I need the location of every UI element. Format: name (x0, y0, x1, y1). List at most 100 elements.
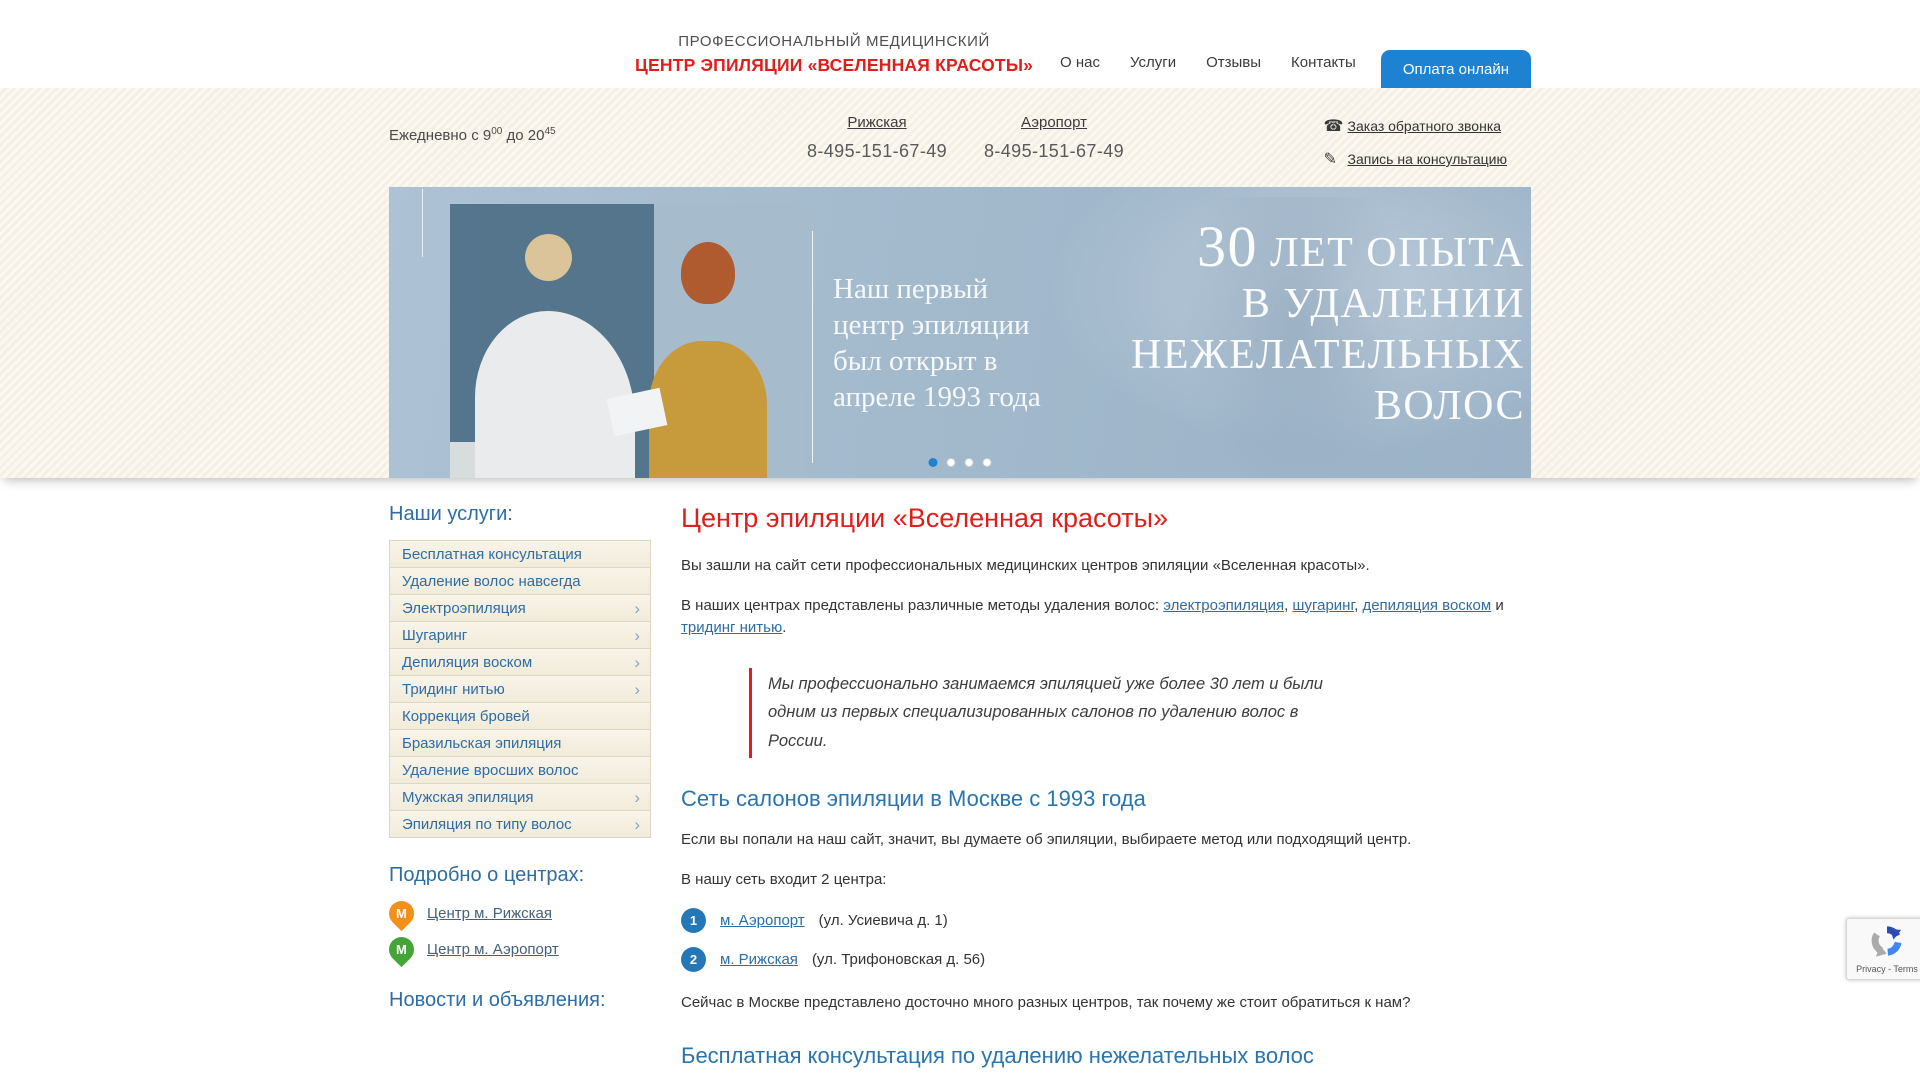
phone-aeroport: 8-495-151-67-49 (964, 141, 1144, 162)
sidebar-item-ingrown-hair[interactable]: Удаление вросших волос (390, 757, 650, 784)
why-us-paragraph: Сейчас в Москве представлено досточно мн… (681, 992, 1511, 1015)
hero-caption-line: Наш первый (833, 271, 1041, 307)
hero-headline: 30 ЛЕТ ОПЫТА В УДАЛЕНИИ НЕЖЕЛАТЕЛЬНЫХ ВО… (1131, 221, 1525, 432)
infobar: Ежедневно с 900 до 2045 Рижская 8-495-15… (389, 88, 1531, 187)
info-band: Ежедневно с 900 до 2045 Рижская 8-495-15… (0, 88, 1920, 478)
hero-decor-line-left (422, 189, 423, 257)
center-rizhskaya-link[interactable]: Центр м. Рижская (427, 905, 552, 922)
carousel-dot-2[interactable] (947, 458, 956, 467)
network-heading: Сеть салонов эпиляции в Москве с 1993 го… (681, 786, 1530, 812)
link-threading[interactable]: тридинг нитью (681, 619, 782, 636)
sidebar-item-label: Бесплатная консультация (402, 546, 582, 563)
centers-count-paragraph: В нашу сеть входит 2 центра: (681, 869, 1511, 892)
sidebar-item-label: Тридинг нитью (402, 681, 505, 698)
consultation-link[interactable]: Запись на консультацию (1348, 151, 1507, 167)
hero-photo (450, 204, 806, 478)
phone-rizhskaya: 8-495-151-67-49 (787, 141, 967, 162)
page-content: Наши услуги: Бесплатная консультация Уда… (389, 478, 1531, 1086)
carousel-dot-1[interactable] (929, 458, 938, 467)
sidebar-item-brazilian[interactable]: Бразильская эпиляция (390, 730, 650, 757)
brand-subtitle: ПРОФЕССИОНАЛЬНЫЙ МЕДИЦИНСКИЙ (635, 33, 1033, 50)
sidebar-item-hair-type[interactable]: Эпиляция по типу волос› (390, 811, 650, 838)
photo-specialist-head (525, 234, 572, 281)
photo-client (649, 341, 766, 478)
sidebar-item-label: Коррекция бровей (402, 708, 530, 725)
hero-caption-line: был открыт в (833, 343, 1041, 379)
hero-headline-line: ВОЛОС (1131, 381, 1525, 432)
working-hours: Ежедневно с 900 до 2045 (389, 126, 556, 144)
callback-link[interactable]: Заказ обратного звонка (1348, 118, 1502, 134)
sidebar-item-label: Электроэпиляция (402, 600, 526, 617)
center-link-aeroport[interactable]: м. Аэропорт (720, 912, 805, 929)
chevron-right-icon: › (634, 627, 640, 644)
sidebar-services-title: Наши услуги: (389, 503, 651, 526)
recaptcha-icon (1870, 924, 1904, 958)
sidebar-item-electroepilation[interactable]: Электроэпиляция › (390, 595, 650, 622)
recaptcha-privacy-terms-link[interactable]: Privacy - Terms (1856, 964, 1918, 974)
centers-title: Подробно о центрах: (389, 864, 651, 887)
hero-headline-line: НЕЖЕЛАТЕЛЬНЫХ (1131, 330, 1525, 381)
sidebar-item-label: Мужская эпиляция (402, 789, 534, 806)
centers-block: Подробно о центрах: М Центр м. Рижская М… (389, 864, 651, 962)
sidebar-item-label: Депиляция воском (402, 654, 532, 671)
sidebar-item-threading[interactable]: Тридинг нитью› (390, 676, 650, 703)
services-menu: Бесплатная консультация Удаление волос н… (389, 540, 651, 838)
network-paragraph: Если вы попали на наш сайт, значит, вы д… (681, 829, 1511, 852)
location-link-rizhskaya[interactable]: Рижская (847, 114, 906, 131)
site-header: ПРОФЕССИОНАЛЬНЫЙ МЕДИЦИНСКИЙ ЦЕНТР ЭПИЛЯ… (0, 0, 1920, 88)
number-badge-1: 1 (681, 908, 706, 933)
sidebar-item-male-epilation[interactable]: Мужская эпиляция › (390, 784, 650, 811)
main-content: Центр эпиляции «Вселенная красоты» Вы за… (681, 503, 1530, 1086)
hero-caption-line: апреле 1993 года (833, 379, 1041, 415)
chevron-right-icon: › (634, 789, 640, 806)
hero-decor-line-caption (812, 231, 813, 463)
sidebar-item-label: Шугаринг (402, 627, 467, 644)
carousel-dot-3[interactable] (965, 458, 974, 467)
nav-about[interactable]: О нас (1045, 54, 1115, 88)
link-electroepilation[interactable]: электроэпиляция (1163, 597, 1284, 614)
chevron-right-icon: › (634, 600, 640, 617)
quick-links: ☎ Заказ обратного звонка ✎ Запись на кон… (1324, 116, 1507, 182)
metro-pin-orange-icon: М (384, 896, 419, 931)
free-consultation-heading: Бесплатная консультация по удалению неже… (681, 1043, 1530, 1069)
separator: . (782, 619, 786, 636)
site-logo: ПРОФЕССИОНАЛЬНЫЙ МЕДИЦИНСКИЙ ЦЕНТР ЭПИЛЯ… (635, 33, 1033, 88)
nav-contacts[interactable]: Контакты (1276, 54, 1371, 88)
sidebar-item-sugaring[interactable]: Шугаринг › (390, 622, 650, 649)
link-waxing[interactable]: депиляция воском (1362, 597, 1491, 614)
sidebar-item-label: Бразильская эпиляция (402, 735, 561, 752)
center-address-aeroport: (ул. Усиевича д. 1) (819, 912, 948, 929)
location-aeroport: Аэропорт 8-495-151-67-49 (964, 114, 1144, 162)
sidebar-item-waxing[interactable]: Депиляция воском› (390, 649, 650, 676)
chevron-right-icon: › (634, 816, 640, 833)
nav-services[interactable]: Услуги (1115, 54, 1191, 88)
pay-online-button[interactable]: Оплата онлайн (1381, 50, 1531, 88)
number-badge-2: 2 (681, 947, 706, 972)
sidebar-item-permanent-removal[interactable]: Удаление волос навсегда (390, 568, 650, 595)
experience-quote: Мы профессионально занимаемся эпиляцией … (749, 668, 1349, 759)
carousel-dot-4[interactable] (983, 458, 992, 467)
link-sugaring[interactable]: шугаринг (1292, 597, 1354, 614)
working-hours-sup-open: 00 (491, 126, 502, 137)
sidebar-item-label: Удаление вросших волос (402, 762, 579, 779)
sidebar-item-free-consultation[interactable]: Бесплатная консультация (390, 541, 650, 568)
recaptcha-badge[interactable]: Privacy - Terms (1846, 918, 1920, 980)
metro-letter: М (396, 906, 407, 921)
working-hours-text: Ежедневно с 9 (389, 127, 491, 144)
sidebar: Наши услуги: Бесплатная консультация Уда… (389, 503, 651, 1086)
location-rizhskaya: Рижская 8-495-151-67-49 (787, 114, 967, 162)
center-aeroport-row: М Центр м. Аэропорт (389, 937, 651, 962)
separator: и (1491, 597, 1504, 614)
carousel-dots (929, 458, 992, 467)
center-list-item-rizhskaya: 2 м. Рижская (ул. Трифоновская д. 56) (681, 947, 1530, 972)
working-hours-mid: до 20 (502, 127, 544, 144)
nav-reviews[interactable]: Отзывы (1191, 54, 1276, 88)
center-aeroport-link[interactable]: Центр м. Аэропорт (427, 941, 559, 958)
news-title: Новости и объявления: (389, 989, 651, 1012)
brand-title: ЦЕНТР ЭПИЛЯЦИИ «ВСЕЛЕННАЯ КРАСОТЫ» (635, 55, 1033, 76)
hero-headline-line: ЛЕТ ОПЫТА (1258, 230, 1525, 276)
pencil-icon: ✎ (1324, 149, 1348, 169)
location-link-aeroport[interactable]: Аэропорт (1021, 114, 1087, 131)
center-link-rizhskaya[interactable]: м. Рижская (720, 951, 798, 968)
sidebar-item-brow-correction[interactable]: Коррекция бровей (390, 703, 650, 730)
